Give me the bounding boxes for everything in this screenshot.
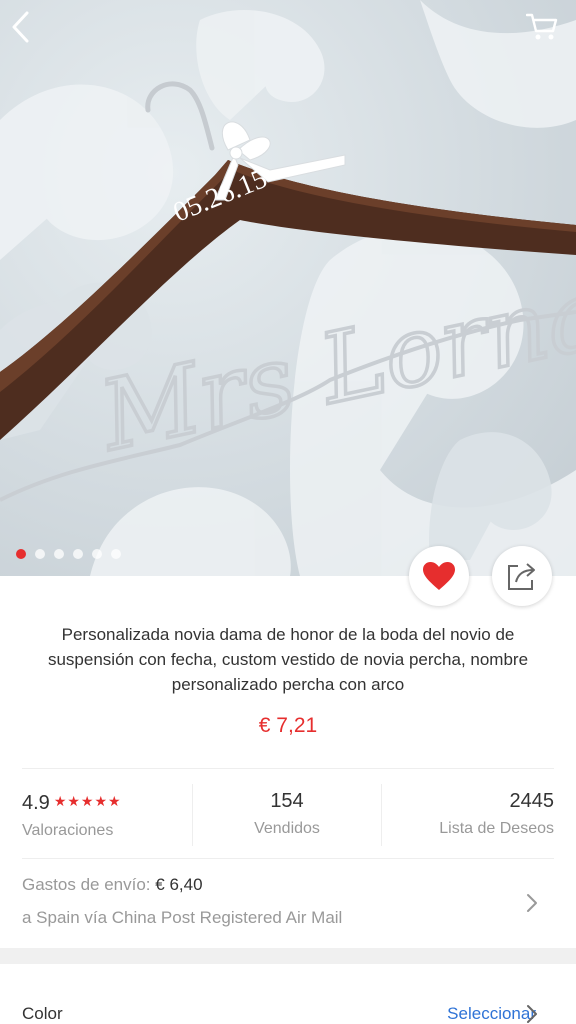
heart-icon [423, 562, 455, 590]
shipping-cost-line: Gastos de envío: € 6,40 [22, 874, 522, 896]
carousel-pagination [16, 549, 121, 559]
rating-value-row: 4.9 ★★★★★ [22, 788, 192, 816]
carousel-dot[interactable] [111, 549, 121, 559]
carousel-dot[interactable] [54, 549, 64, 559]
chevron-right-icon[interactable] [522, 891, 542, 915]
rating-value: 4.9 [22, 792, 50, 814]
product-image-carousel[interactable]: 05.26.15 Mrs Lorna [0, 0, 576, 576]
wishlist-stat: 2445 Lista de Deseos [382, 788, 554, 848]
sold-value: 154 [270, 790, 304, 812]
back-button[interactable] [10, 10, 50, 50]
share-icon [508, 563, 535, 590]
divider [22, 768, 554, 769]
rating-stars-icon: ★★★★★ [53, 793, 122, 809]
chevron-right-icon[interactable] [522, 1002, 542, 1024]
cart-button[interactable] [526, 12, 566, 52]
shipping-cost: € 6,40 [155, 875, 203, 894]
sold-label: Vendidos [254, 820, 320, 837]
product-title: Personalizada novia dama de honor de la … [47, 625, 529, 694]
carousel-dot[interactable] [16, 549, 26, 559]
chevron-left-icon [12, 11, 29, 43]
wishlist-label: Lista de Deseos [439, 820, 554, 837]
share-button[interactable] [492, 546, 552, 606]
shipping-destination: a Spain vía China Post Registered Air Ma… [22, 908, 343, 927]
carousel-dot[interactable] [35, 549, 45, 559]
product-photo: 05.26.15 Mrs Lorna [0, 0, 576, 576]
sold-stat: 154 Vendidos [193, 788, 381, 848]
shipping-label: Gastos de envío: [22, 875, 151, 894]
product-price: € 7,21 [258, 714, 318, 737]
color-label: Color [22, 1004, 63, 1023]
carousel-dot[interactable] [73, 549, 83, 559]
rating-label: Valoraciones [22, 822, 114, 839]
shipping-info[interactable]: Gastos de envío: € 6,40 a Spain vía Chin… [22, 874, 522, 929]
section-separator [0, 948, 576, 964]
favorite-button[interactable] [409, 546, 469, 606]
carousel-dot[interactable] [92, 549, 102, 559]
rating-stat[interactable]: 4.9 ★★★★★ Valoraciones [22, 788, 192, 848]
divider [22, 858, 554, 859]
product-detail-page: 05.26.15 Mrs Lorna Personalizada novia d… [0, 0, 576, 1024]
wishlist-value: 2445 [509, 790, 555, 812]
cart-icon [526, 13, 558, 40]
